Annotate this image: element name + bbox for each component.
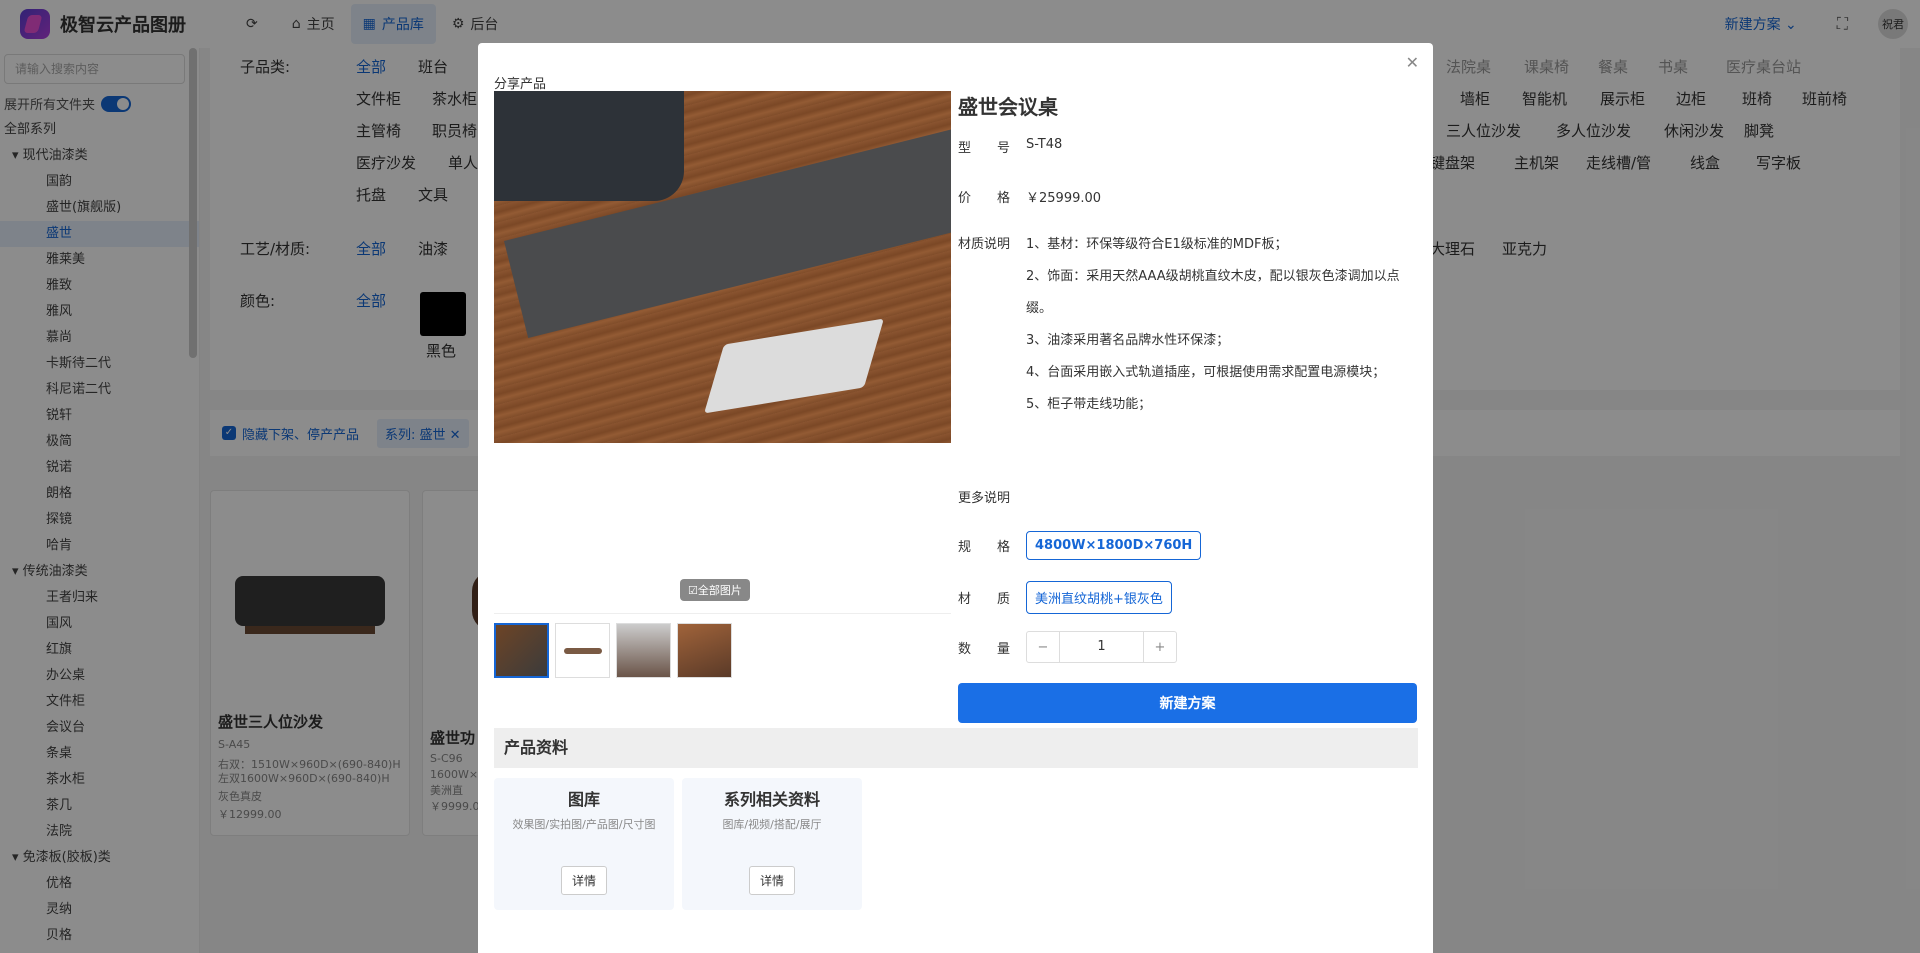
product-main-image[interactable] — [494, 91, 951, 443]
desc-line: 2、饰面：采用天然AAA级胡桃直纹木皮，配以银灰色漆调加以点缀。 — [1026, 269, 1400, 316]
new-plan-button[interactable]: 新建方案 — [958, 683, 1417, 723]
desc-line: 5、柜子带走线功能； — [1026, 397, 1152, 412]
section-title: 产品资料 — [494, 728, 1418, 768]
chair-shape — [494, 91, 684, 201]
share-product-link[interactable]: 分享产品 — [494, 73, 546, 92]
material-label: 材 质 — [958, 592, 1011, 607]
details-button[interactable]: 详情 — [560, 866, 607, 895]
thumbnail[interactable] — [616, 623, 671, 678]
more-info-label: 更多说明 — [958, 491, 1011, 506]
materials-card: 系列相关资料 图库/视频/搭配/展厅 详情 — [682, 778, 862, 910]
details-button[interactable]: 详情 — [748, 866, 795, 895]
model-value: S-T48 — [1026, 137, 1063, 152]
price-value: ￥25999.00 — [1026, 191, 1102, 206]
desc-line: 1、基材：环保等级符合E1级标准的MDF板； — [1026, 237, 1288, 252]
quantity-label: 数 量 — [958, 641, 1011, 657]
thumbnail[interactable] — [555, 623, 610, 678]
all-pictures-button[interactable]: ☑全部图片 — [680, 579, 750, 601]
materials-card-title: 图库 — [567, 790, 600, 809]
material-description: 1、基材：环保等级符合E1级标准的MDF板； 2、饰面：采用天然AAA级胡桃直纹… — [1026, 229, 1418, 421]
material-desc-label: 材质说明 — [958, 237, 1011, 252]
product-detail-modal: ✕ 分享产品 ☑全部图片 盛世会议桌 型 号 S-T48 价 格 ￥25999.00… — [478, 43, 1433, 953]
spec-label: 规 格 — [958, 540, 1011, 555]
thumbnail-strip — [494, 623, 732, 678]
product-info: 盛世会议桌 型 号 S-T48 价 格 ￥25999.00 材质说明 1、基材：环保… — [958, 91, 1418, 723]
materials-card: 图库 效果图/实拍图/产品图/尺寸图 详情 — [494, 778, 674, 910]
product-title: 盛世会议桌 — [958, 95, 1058, 119]
materials-card-title: 系列相关资料 — [723, 790, 820, 809]
model-label: 型 号 — [958, 141, 1011, 156]
quantity-input[interactable]: 1 — [1059, 632, 1144, 662]
spec-option[interactable]: 4800W×1800D×760H — [1026, 531, 1202, 560]
material-option[interactable]: 美洲直纹胡桃+银灰色 — [1026, 581, 1172, 614]
desc-line: 4、台面采用嵌入式轨道插座，可根据使用需求配置电源模块； — [1026, 365, 1386, 380]
minus-button[interactable]: − — [1027, 640, 1059, 655]
quantity-stepper: − 1 + — [1026, 631, 1177, 663]
materials-card-sub: 图库/视频/搭配/展厅 — [722, 818, 822, 831]
close-icon[interactable]: ✕ — [1406, 53, 1419, 72]
thumbnail[interactable] — [494, 623, 549, 678]
thumbnail[interactable] — [677, 623, 732, 678]
divider — [494, 613, 951, 614]
price-label: 价 格 — [958, 191, 1011, 206]
materials-card-sub: 效果图/实拍图/产品图/尺寸图 — [512, 818, 656, 831]
desc-line: 3、油漆采用著名品牌水性环保漆； — [1026, 333, 1230, 348]
plus-button[interactable]: + — [1144, 640, 1176, 655]
